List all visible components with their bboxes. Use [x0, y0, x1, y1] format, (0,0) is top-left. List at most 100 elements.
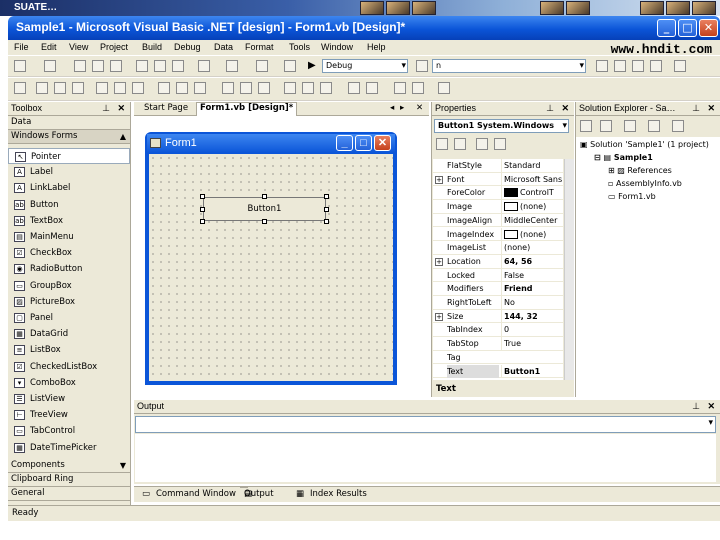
bring-front-icon[interactable] [394, 82, 406, 94]
lock-controls-icon[interactable] [438, 82, 450, 94]
form1-window[interactable]: Form1 _ □ ✕ Button1 [145, 132, 397, 385]
property-value[interactable]: True [501, 337, 563, 351]
output-text-area[interactable] [135, 434, 716, 482]
property-row[interactable]: Locked False [433, 268, 563, 283]
menu-build[interactable]: Build [142, 42, 162, 52]
view-designer-icon[interactable] [600, 120, 612, 132]
toolbox-item[interactable]: A Label [8, 164, 130, 180]
show-all-files-icon[interactable] [648, 120, 660, 132]
property-row[interactable]: Text Button1 [433, 364, 563, 379]
toolbox-section-windows-forms[interactable]: Windows Forms ▲ [8, 130, 130, 144]
menu-window[interactable]: Window [321, 42, 353, 52]
toolbox-item[interactable]: ▨ PictureBox [8, 294, 130, 310]
properties-icon[interactable] [614, 60, 626, 72]
property-value[interactable]: Button1 [501, 364, 563, 378]
save-all-icon[interactable] [110, 60, 122, 72]
property-scrollbar[interactable] [564, 159, 574, 380]
toolbox-item[interactable]: ab TextBox [8, 213, 130, 229]
property-value[interactable]: False [501, 268, 563, 282]
resize-handle[interactable] [324, 194, 329, 199]
output-source-combo[interactable]: ▾ [135, 416, 716, 433]
vspace-icon[interactable] [284, 82, 296, 94]
paste-icon[interactable] [172, 60, 184, 72]
toolbox-item[interactable]: ▾ ComboBox [8, 375, 130, 391]
tab-start-page[interactable]: Start Page [144, 103, 188, 113]
center-horizontal-icon[interactable] [348, 82, 360, 94]
toolbox-section-clipboard[interactable]: Clipboard Ring [8, 473, 130, 487]
toolbox-section-components[interactable]: Components ▼ [8, 459, 130, 473]
align-bottom-icon[interactable] [132, 82, 144, 94]
menu-help[interactable]: Help [367, 42, 386, 52]
close-document-icon[interactable]: ✕ [416, 103, 423, 113]
open-icon[interactable] [74, 60, 86, 72]
menu-edit[interactable]: Edit [41, 42, 57, 52]
property-row[interactable]: + Font Microsoft Sans [433, 172, 563, 187]
toolbox-item[interactable]: ▤ MainMenu [8, 229, 130, 245]
property-value[interactable]: ControlT [501, 186, 563, 200]
same-size-icon[interactable] [194, 82, 206, 94]
menu-view[interactable]: View [69, 42, 88, 52]
close-icon[interactable]: ✕ [707, 102, 715, 115]
property-row[interactable]: ImageList (none) [433, 241, 563, 255]
tree-node[interactable]: ⊞ ▨ References [608, 165, 672, 177]
property-row[interactable]: FlatStyle Standard [433, 159, 563, 173]
tree-node[interactable]: ▫ AssemblyInfo.vb [608, 178, 682, 190]
resize-handle[interactable] [200, 207, 205, 212]
property-value[interactable]: 144, 32 [501, 309, 563, 323]
toolbox-item[interactable]: ⊢ TreeView [8, 407, 130, 423]
resize-handle[interactable] [200, 219, 205, 224]
hspace-icon[interactable] [222, 82, 234, 94]
toolbox-item[interactable]: ▭ GroupBox [8, 278, 130, 294]
center-vertical-icon[interactable] [366, 82, 378, 94]
property-value[interactable]: 64, 56 [501, 254, 563, 268]
toolbox-item[interactable]: ▦ DateTimePicker [8, 440, 130, 456]
property-row[interactable]: RightToLeft No [433, 296, 563, 310]
tree-node[interactable]: ▣ Solution 'Sample1' (1 project) [580, 139, 709, 151]
tree-node[interactable]: ▭ Form1.vb [608, 191, 656, 203]
toolbox-toggle-icon[interactable] [650, 60, 662, 72]
resize-handle[interactable] [262, 219, 267, 224]
hspace-increase-icon[interactable] [240, 82, 252, 94]
maximize-button[interactable]: □ [678, 19, 697, 37]
toolbox-item[interactable]: ◉ RadioButton [8, 261, 130, 277]
property-value[interactable]: (none) [501, 227, 563, 241]
toolbox-section-data[interactable]: Data [8, 116, 130, 130]
cut-icon[interactable] [136, 60, 148, 72]
toolbox-item[interactable]: A LinkLabel [8, 180, 130, 196]
align-right-icon[interactable] [72, 82, 84, 94]
collapse-icon[interactable]: ⊟ [594, 153, 604, 162]
undo-icon[interactable] [198, 60, 210, 72]
hspace-decrease-icon[interactable] [258, 82, 270, 94]
property-row[interactable]: Image (none) [433, 200, 563, 214]
toolbox-item[interactable]: ab Button [8, 197, 130, 213]
tab-scroll-right-icon[interactable]: ▸ [400, 103, 404, 113]
tab-output[interactable]: ▤ Output [240, 487, 274, 499]
menu-project[interactable]: Project [100, 42, 128, 52]
tree-node[interactable]: ⊟ ▤ Sample1 [594, 152, 653, 164]
resize-handle[interactable] [262, 194, 267, 199]
toolbox-item[interactable]: ↖ Pointer [8, 148, 130, 164]
scroll-up-icon[interactable]: ▲ [120, 130, 126, 143]
start-icon[interactable]: ▶ [308, 60, 320, 72]
vspace-decrease-icon[interactable] [320, 82, 332, 94]
properties-view-icon[interactable] [476, 138, 488, 150]
expand-icon[interactable]: + [435, 257, 443, 266]
save-icon[interactable] [92, 60, 104, 72]
categorized-icon[interactable] [436, 138, 448, 150]
expand-icon[interactable]: + [435, 175, 443, 184]
tab-command-window[interactable]: Command Window [156, 489, 236, 499]
align-top-icon[interactable] [96, 82, 108, 94]
expand-icon[interactable]: ⊞ [608, 166, 617, 175]
object-selector-combo[interactable]: Button1 System.Windows [434, 119, 569, 133]
property-value[interactable]: (none) [501, 241, 563, 255]
pin-icon[interactable]: ⊥ [692, 102, 700, 115]
property-value[interactable]: MiddleCenter [501, 213, 563, 227]
align-left-icon[interactable] [36, 82, 48, 94]
nav-forward-icon[interactable] [284, 60, 296, 72]
property-row[interactable]: + Location 64, 56 [433, 254, 563, 269]
toolbox-item[interactable]: ▦ DataGrid [8, 326, 130, 342]
scroll-down-icon[interactable]: ▼ [120, 459, 126, 472]
same-height-icon[interactable] [176, 82, 188, 94]
tab-form1-design[interactable]: Form1.vb [Design]* [196, 102, 298, 116]
new-project-icon[interactable] [14, 60, 26, 72]
